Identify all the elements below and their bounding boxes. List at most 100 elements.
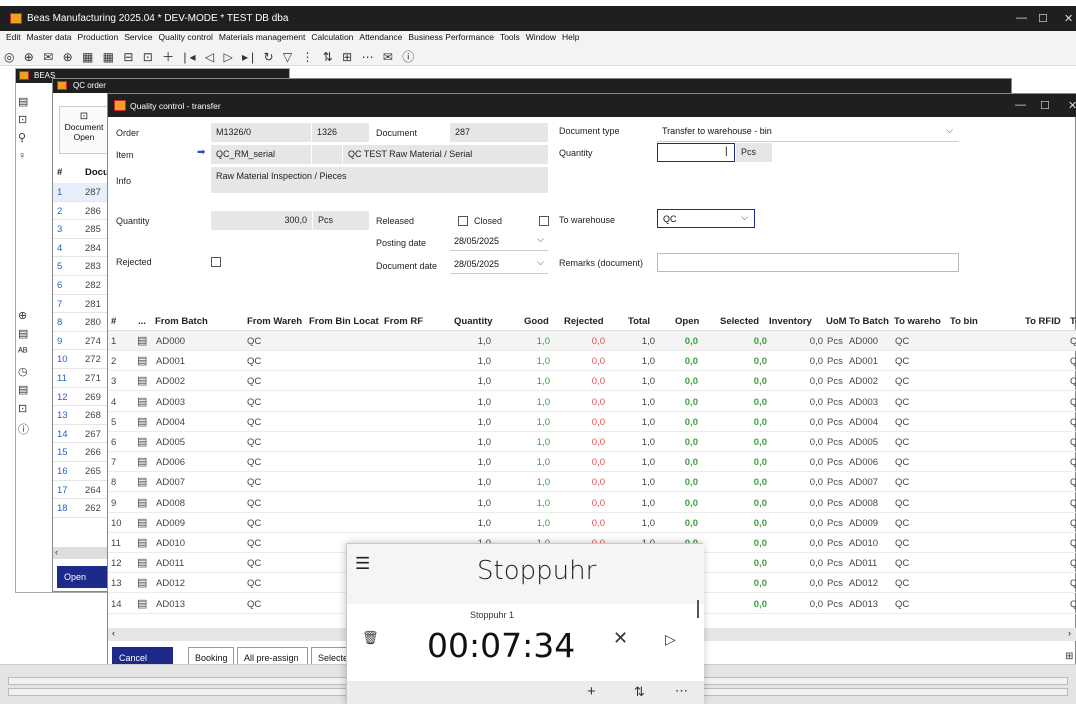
menu-item[interactable]: Business Performance	[408, 32, 494, 42]
table-row[interactable]: ▤ 2 AD001 QC 1,0 1,0 0,0 1,0 0,0 0,0 0,0 Pcs AD001 QC…	[108, 351, 1076, 372]
qc-order-row[interactable]: 18 262	[53, 499, 109, 518]
rejected-checkbox[interactable]	[211, 257, 221, 267]
column-header[interactable]: From Wareh	[247, 316, 302, 327]
menu-item[interactable]: Service	[124, 32, 152, 42]
scroll-right-arrow-icon[interactable]: ›	[1068, 628, 1071, 638]
menu-item[interactable]: Production	[78, 32, 119, 42]
beas-nav-icon[interactable]: ⊡	[18, 113, 27, 126]
qc-order-row[interactable]: 1 287	[53, 183, 109, 202]
document-type-select[interactable]: Transfer to warehouse - bin ⌵	[657, 123, 959, 142]
layout-icon[interactable]: ⊞	[1065, 651, 1073, 662]
row-detail-icon[interactable]: ▤	[137, 415, 147, 428]
maximize-icon[interactable]: ☐	[1038, 12, 1048, 25]
add-icon[interactable]: +	[587, 683, 596, 700]
table-row[interactable]: ▤ 3 AD002 QC 1,0 1,0 0,0 1,0 0,0 0,0 0,0 Pcs AD002 QC…	[108, 371, 1076, 392]
row-detail-icon[interactable]: ▤	[137, 334, 147, 347]
qc-order-row[interactable]: 6 282	[53, 276, 109, 295]
to-warehouse-select[interactable]: QC ⌵	[657, 209, 755, 228]
beas-nav-icon[interactable]: ♀	[18, 150, 26, 162]
menu-item[interactable]: Window	[526, 32, 556, 42]
qc-order-row[interactable]: 12 269	[53, 388, 109, 407]
beas-nav-icon[interactable]: ▤	[18, 327, 28, 340]
qc-order-row[interactable]: 15 266	[53, 443, 109, 462]
column-header[interactable]: To	[1070, 316, 1076, 327]
table-row[interactable]: ▤ 6 AD005 QC 1,0 1,0 0,0 1,0 0,0 0,0 0,0 Pcs AD005 QC…	[108, 432, 1076, 452]
row-detail-icon[interactable]: ▤	[137, 435, 147, 448]
column-header[interactable]: From Batch	[155, 316, 208, 327]
qc-order-row[interactable]: 8 280	[53, 313, 109, 332]
qc-order-row[interactable]: 7 281	[53, 295, 109, 314]
column-header[interactable]: From Bin Locat	[309, 316, 379, 327]
row-detail-icon[interactable]: ▤	[137, 475, 147, 488]
sort-icon[interactable]: ⇅	[634, 684, 645, 700]
menu-item[interactable]: Tools	[500, 32, 520, 42]
hamburger-menu-icon[interactable]: ☰	[355, 554, 370, 574]
column-header[interactable]: To wareho	[894, 316, 941, 327]
remarks-input[interactable]	[657, 253, 959, 272]
table-row[interactable]: ▤ 5 AD004 QC 1,0 1,0 0,0 1,0 0,0 0,0 0,0 Pcs AD004 QC…	[108, 412, 1076, 432]
quantity-input[interactable]: |	[657, 143, 735, 162]
scroll-left-arrow-icon[interactable]: ‹	[112, 628, 115, 638]
item-link-arrow-icon[interactable]: ➡	[197, 147, 205, 158]
column-header[interactable]: UoM	[826, 316, 846, 327]
column-header[interactable]: Total	[628, 316, 650, 327]
column-header[interactable]: Quantity	[454, 316, 493, 327]
column-header[interactable]: To Batch	[849, 316, 889, 327]
beas-nav-icon[interactable]: ⓘ	[18, 421, 29, 437]
qct-maximize-icon[interactable]: ☐	[1040, 99, 1050, 112]
close-icon[interactable]: ✕	[1064, 12, 1073, 25]
column-header[interactable]: To bin	[950, 316, 978, 327]
document-field[interactable]: 287	[450, 123, 548, 142]
table-row[interactable]: ▤ 4 AD003 QC 1,0 1,0 0,0 1,0 0,0 0,0 0,0 Pcs AD003 QC…	[108, 392, 1076, 412]
more-icon[interactable]: ⋯	[675, 683, 688, 699]
qc-order-row[interactable]: 14 267	[53, 425, 109, 444]
column-header[interactable]: ...	[138, 316, 146, 327]
qct-close-icon[interactable]: ✕	[1068, 99, 1076, 112]
stopwatch-scrollbar[interactable]	[697, 600, 699, 618]
posting-date-field[interactable]: 28/05/2025 ⌵	[450, 232, 548, 251]
menu-item[interactable]: Materials management	[219, 32, 305, 42]
qct-minimize-icon[interactable]: —	[1015, 99, 1026, 111]
beas-nav-icon[interactable]: ⚲	[18, 131, 26, 144]
info-field[interactable]: Raw Material Inspection / Pieces	[211, 167, 548, 193]
quantity-uom-field[interactable]: Pcs	[313, 211, 369, 230]
beas-nav-icon[interactable]: ⊕	[18, 309, 27, 322]
column-header[interactable]: Open	[675, 316, 699, 327]
qc-order-scrollbar[interactable]: ‹	[53, 547, 109, 559]
document-open-button[interactable]: ⊡ Document Open	[59, 106, 109, 154]
minimize-icon[interactable]: —	[1016, 12, 1027, 24]
qc-order-row[interactable]: 17 264	[53, 481, 109, 500]
quantity-value-field[interactable]: 300,0	[211, 211, 312, 230]
menu-item[interactable]: Edit	[6, 32, 21, 42]
column-header[interactable]: To RFID	[1025, 316, 1061, 327]
stopwatch-close-icon[interactable]: ✕	[613, 628, 628, 649]
row-detail-icon[interactable]: ▤	[137, 395, 147, 408]
row-detail-icon[interactable]: ▤	[137, 536, 147, 549]
qc-order-row[interactable]: 11 271	[53, 369, 109, 388]
qc-order-row[interactable]: 5 283	[53, 257, 109, 276]
toolbar-icons[interactable]: ◎ ⊕ ✉ ⊕ ▦ ▦ ⊟ ⊡ ＋ |◂ ◁ ▷ ▸| ↻ ▽ ⋮ ⇅ ⊞ ⋯ …	[4, 50, 417, 64]
row-detail-icon[interactable]: ▤	[137, 556, 147, 569]
row-detail-icon[interactable]: ▤	[137, 496, 147, 509]
qc-order-row[interactable]: 13 268	[53, 406, 109, 425]
menu-item[interactable]: Calculation	[311, 32, 353, 42]
menu-item[interactable]: Quality control	[159, 32, 213, 42]
delete-icon[interactable]: 🗑	[362, 630, 379, 646]
table-row[interactable]: ▤ 9 AD008 QC 1,0 1,0 0,0 1,0 0,0 0,0 0,0 Pcs AD008 QC…	[108, 493, 1076, 513]
qc-order-row[interactable]: 3 285	[53, 220, 109, 239]
document-date-field[interactable]: 28/05/2025 ⌵	[450, 255, 548, 274]
beas-nav-icon[interactable]: ▤	[18, 383, 28, 396]
column-header[interactable]: Good	[524, 316, 549, 327]
beas-nav-icon[interactable]: ▤	[18, 95, 28, 108]
order-field[interactable]: M1326/0	[211, 123, 311, 142]
beas-nav-icon[interactable]: ⊡	[18, 402, 27, 415]
quantity-unit-field[interactable]: Pcs	[736, 143, 772, 162]
play-icon[interactable]: ▷	[665, 631, 676, 648]
row-detail-icon[interactable]: ▤	[137, 374, 147, 387]
menu-item[interactable]: Help	[562, 32, 579, 42]
table-row[interactable]: ▤ 10 AD009 QC 1,0 1,0 0,0 1,0 0,0 0,0 0,0 Pcs AD009 Q…	[108, 513, 1076, 533]
column-header[interactable]: #	[111, 316, 116, 327]
qc-order-row[interactable]: 9 274	[53, 332, 109, 351]
open-button[interactable]: Open	[57, 566, 107, 588]
qc-order-row[interactable]: 2 286	[53, 202, 109, 221]
